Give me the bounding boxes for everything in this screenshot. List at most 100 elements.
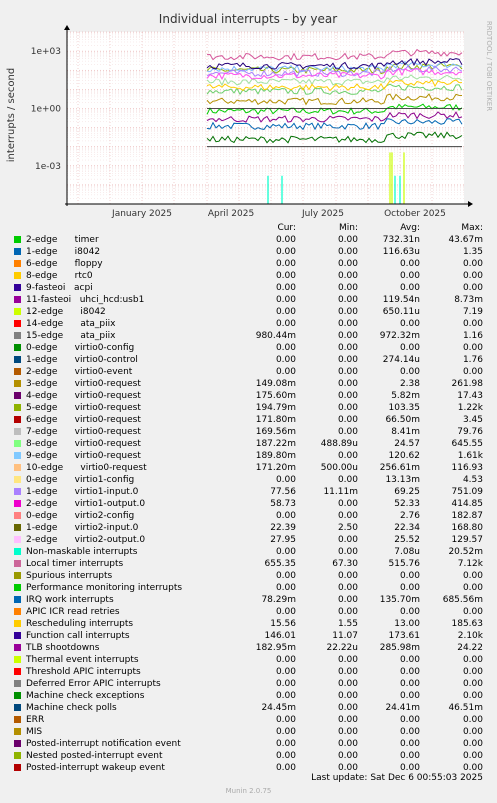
legend-avg: 972.32m [379,331,420,341]
legend-avg: 2.76 [399,511,420,521]
legend-max: 0.00 [462,583,483,593]
legend-row: 8-edge rtc0 0.00 0.00 0.00 0.00 [0,270,497,282]
legend-min: 0.00 [337,259,358,269]
legend-avg: 0.00 [399,679,420,689]
legend-row: 0-edge virtio2-config 0.00 0.00 2.76 182.87 [0,510,497,522]
legend-avg: 285.98m [379,643,420,653]
legend-row: Posted-interrupt notification event 0.00 0… [0,738,497,750]
legend-row: Deferred Error APIC interrupts 0.00 0.00 0.… [0,678,497,690]
legend-row: Machine check exceptions 0.00 0.00 0.00 0.00 [0,690,497,702]
legend-max: 7.19 [462,307,483,317]
legend-max: 0.00 [462,367,483,377]
legend-cur: 78.29m [261,595,296,605]
legend-swatch [14,680,21,687]
legend-min: 0.00 [337,415,358,425]
legend-cur: 171.20m [255,463,296,473]
legend-min: 0.00 [337,307,358,317]
legend-max: 0.00 [462,259,483,269]
legend-row: Non-maskable interrupts 0.00 0.00 7.08u 20.5… [0,546,497,558]
legend-name: Function call interrupts [26,631,130,641]
legend-name: 10-edge virtio0-request [26,463,147,473]
legend-row: 6-edge virtio0-request 171.80m 0.00 66.50m 3… [0,414,497,426]
legend-avg: 66.50m [385,415,420,425]
legend-min: 0.00 [337,583,358,593]
legend-row: 12-edge i8042 0.00 0.00 650.11u 7.19 [0,306,497,318]
legend-min: 0.00 [337,667,358,677]
legend-avg: 103.35 [388,403,421,413]
legend-swatch [14,452,21,459]
legend-cur: 0.00 [275,763,296,773]
legend-name: Performance monitoring interrupts [26,583,183,593]
legend-row: 15-edge ata_piix 980.44m 0.00 972.32m 1.16 [0,330,497,342]
last-update: Last update: Sat Dec 6 00:55:03 2025 [311,773,483,783]
legend-cur: 0.00 [275,295,296,305]
legend-name: TLB shootdowns [26,643,100,653]
legend-max: 414.85 [451,499,484,509]
chart-area: Individual interrupts - by year interrup… [6,12,493,219]
legend-avg: 0.00 [399,655,420,665]
legend-min: 0.00 [337,295,358,305]
legend-name: 6-edge virtio0-request [26,415,141,425]
legend-avg: 0.00 [399,667,420,677]
x-tick-label: January 2025 [111,209,172,219]
legend-name: Posted-interrupt wakeup event [26,763,165,773]
legend-cur: 0.00 [275,751,296,761]
legend-name: 0-edge virtio0-config [26,343,135,353]
legend-max: 7.12k [457,559,483,569]
y-tick-label: 1e-03 [35,162,61,172]
legend-min: 0.00 [337,535,358,545]
legend-avg: 0.00 [399,259,420,269]
legend-max: 129.57 [451,535,484,545]
x-tick-label: July 2025 [301,209,344,219]
legend-avg: 0.00 [399,319,420,329]
legend-name: 2-edge virtio1-output.0 [26,499,146,509]
legend-max: 0.00 [462,571,483,581]
y-tick-label: 1e+00 [31,104,62,114]
legend-swatch [14,692,21,699]
header-avg: Avg: [400,223,420,233]
legend-swatch [14,608,21,615]
legend-avg: 0.00 [399,367,420,377]
legend-max: 1.76 [462,355,483,365]
legend-name: 1-edge i8042 [26,247,101,257]
x-tick-label: October 2025 [384,209,446,219]
legend-min: 0.00 [337,319,358,329]
legend-name: Machine check polls [26,703,117,713]
legend-row: Spurious interrupts 0.00 0.00 0.00 0.00 [0,570,497,582]
legend-swatch [14,740,21,747]
legend-max: 0.00 [462,343,483,353]
legend-cur: 149.08m [255,379,296,389]
legend-min: 11.11m [323,487,358,497]
legend-row: 1-edge virtio1-input.0 77.56 11.11m 69.25 75… [0,486,497,498]
legend-cur: 0.00 [275,727,296,737]
legend-min: 0.00 [337,331,358,341]
x-tick-label: April 2025 [208,209,254,219]
legend-name: 12-edge i8042 [26,307,106,317]
legend-avg: 116.63u [382,247,420,257]
legend-min: 0.00 [337,403,358,413]
legend-row: 0-edge virtio0-config 0.00 0.00 0.00 0.00 [0,342,497,354]
legend-swatch [14,764,21,771]
legend-avg: 0.00 [399,571,420,581]
legend-row: 11-fasteoi uhci_hcd:usb1 0.00 0.00 119.54n 8… [0,294,497,306]
legend-swatch [14,728,21,735]
legend-avg: 0.00 [399,271,420,281]
legend-swatch [14,236,21,243]
legend-cur: 0.00 [275,355,296,365]
legend-swatch [14,716,21,723]
legend-cur: 0.00 [275,667,296,677]
legend-cur: 0.00 [275,259,296,269]
legend-cur: 169.56m [255,427,296,437]
legend-cur: 0.00 [275,583,296,593]
legend-cur: 27.95 [270,535,296,545]
legend-name: Spurious interrupts [26,571,113,581]
legend-name: 7-edge virtio0-request [26,427,141,437]
legend-row: 8-edge virtio0-request 187.22m 488.89u 24.5… [0,438,497,450]
legend-cur: 22.39 [270,523,296,533]
legend-row: 1-edge i8042 0.00 0.00 116.63u 1.35 [0,246,497,258]
legend-min: 2.50 [337,523,358,533]
legend-name: 5-edge virtio0-request [26,403,141,413]
legend-name: APIC ICR read retries [26,607,120,617]
legend-swatch [14,644,21,651]
legend-cur: 0.00 [275,739,296,749]
